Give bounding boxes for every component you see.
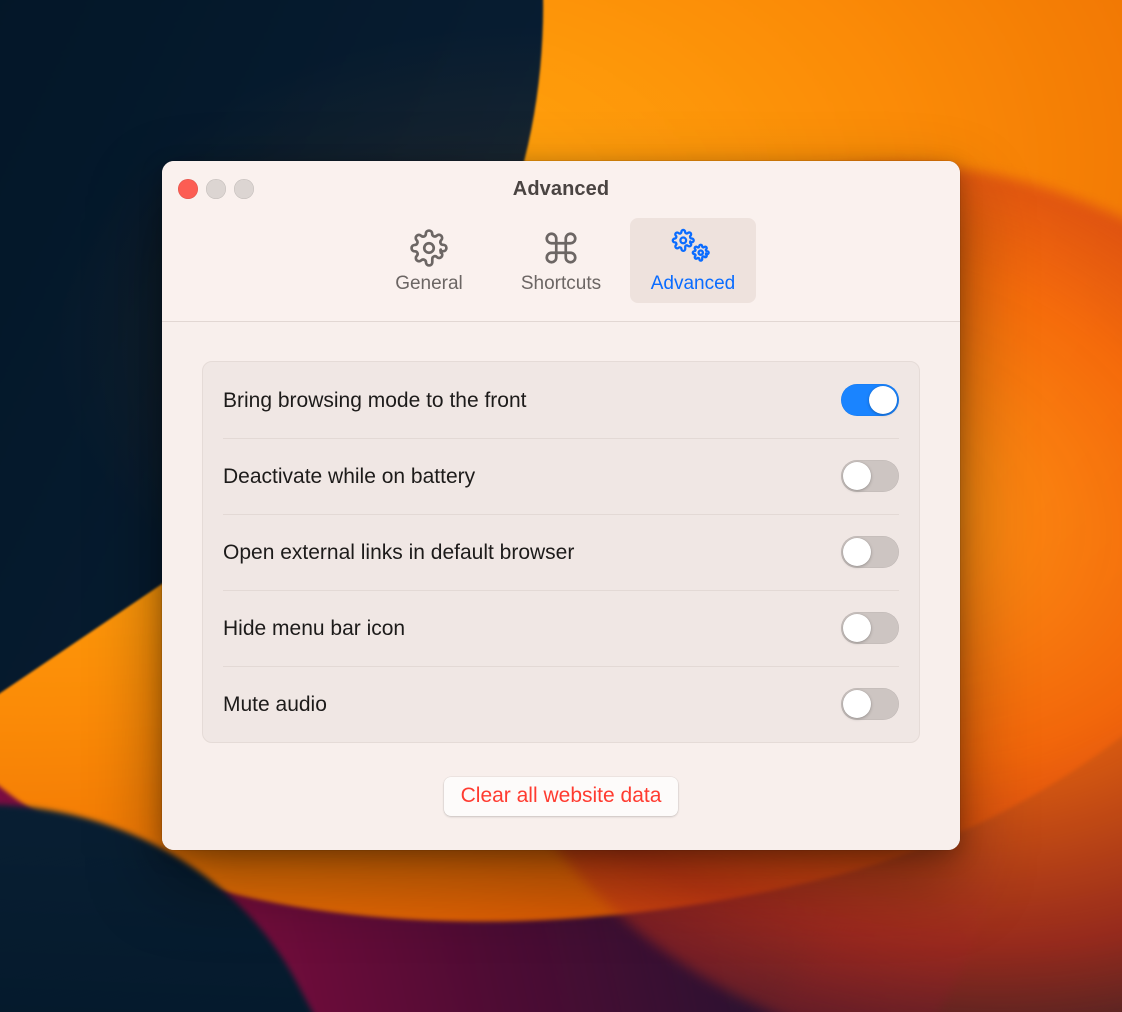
setting-label: Deactivate while on battery [223, 464, 476, 488]
double-gear-icon [670, 226, 716, 270]
window-toolbar: Advanced General Shortcuts Advanced [162, 161, 960, 322]
toggle-bring-browsing-mode-to-front[interactable] [841, 384, 899, 416]
setting-row-deactivate-while-on-battery: Deactivate while on battery [203, 438, 919, 514]
tab-shortcuts-label: Shortcuts [520, 273, 602, 294]
toggle-knob [843, 462, 871, 490]
tab-advanced-label: Advanced [650, 273, 736, 294]
setting-row-bring-browsing-mode-to-front: Bring browsing mode to the front [203, 362, 919, 438]
clear-all-website-data-button[interactable]: Clear all website data [443, 777, 679, 816]
minimize-window-button[interactable] [206, 179, 226, 199]
panel-footer: Clear all website data [202, 743, 920, 850]
preferences-window: Advanced General Shortcuts Advanced Brin… [162, 161, 960, 850]
command-key-icon [542, 226, 580, 270]
setting-label: Mute audio [223, 692, 327, 716]
toggle-deactivate-while-on-battery[interactable] [841, 460, 899, 492]
setting-row-open-external-links-in-default-browser: Open external links in default browser [203, 514, 919, 590]
toggle-mute-audio[interactable] [841, 688, 899, 720]
gear-icon [410, 226, 448, 270]
toggle-knob [869, 386, 897, 414]
tab-general[interactable]: General [366, 218, 492, 303]
preference-tab-bar: General Shortcuts Advanced [162, 201, 960, 317]
toggle-hide-menu-bar-icon[interactable] [841, 612, 899, 644]
setting-row-mute-audio: Mute audio [203, 666, 919, 742]
close-window-button[interactable] [178, 179, 198, 199]
zoom-window-button[interactable] [234, 179, 254, 199]
setting-label: Open external links in default browser [223, 540, 575, 564]
toggle-knob [843, 538, 871, 566]
toggle-knob [843, 614, 871, 642]
tab-general-label: General [395, 273, 463, 294]
tab-advanced[interactable]: Advanced [630, 218, 756, 303]
setting-label: Hide menu bar icon [223, 616, 406, 640]
settings-card: Bring browsing mode to the front Deactiv… [202, 361, 920, 743]
advanced-settings-panel: Bring browsing mode to the front Deactiv… [162, 322, 960, 850]
setting-label: Bring browsing mode to the front [223, 388, 527, 412]
window-title: Advanced [512, 178, 610, 200]
tab-shortcuts[interactable]: Shortcuts [498, 218, 624, 303]
toggle-open-external-links-in-default-browser[interactable] [841, 536, 899, 568]
setting-row-hide-menu-bar-icon: Hide menu bar icon [203, 590, 919, 666]
toggle-knob [843, 690, 871, 718]
traffic-light-buttons [178, 179, 254, 199]
